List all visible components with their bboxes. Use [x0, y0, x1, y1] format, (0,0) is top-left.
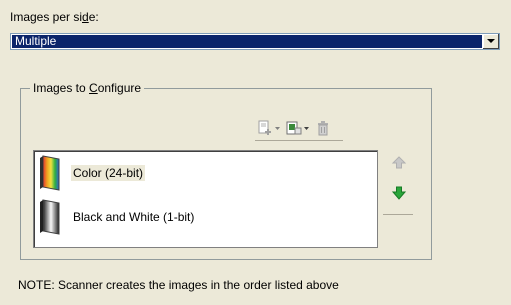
images-per-side-value: Multiple	[12, 35, 482, 48]
order-note: NOTE: Scanner creates the images in the …	[18, 278, 339, 292]
move-up-button[interactable]	[391, 155, 407, 175]
image-toolbar	[257, 118, 331, 138]
list-item-label: Color (24-bit)	[71, 165, 146, 181]
images-listbox[interactable]: Color (24-bit) Black and White (1-bit)	[33, 150, 378, 248]
add-image-icon	[258, 120, 271, 135]
chevron-down-icon	[304, 126, 309, 130]
list-item-label: Black and White (1-bit)	[73, 210, 195, 224]
add-image-button[interactable]	[257, 118, 280, 138]
images-per-side-label: Images per side:	[10, 10, 99, 24]
toolbar-divider	[255, 140, 343, 141]
move-down-button[interactable]	[391, 185, 407, 205]
images-per-side-dropdown[interactable]: Multiple	[10, 33, 500, 50]
delete-image-button[interactable]	[315, 118, 331, 138]
list-item-black-white[interactable]: Black and White (1-bit)	[39, 199, 196, 235]
arrow-up-icon	[391, 156, 407, 169]
images-to-configure-title: Images to Configure	[30, 81, 145, 95]
reorder-controls	[391, 155, 407, 205]
chevron-down-icon	[275, 126, 280, 130]
dropdown-arrow-button[interactable]	[482, 34, 499, 49]
list-item-color[interactable]: Color (24-bit)	[39, 155, 146, 191]
change-image-button[interactable]	[286, 118, 309, 138]
reorder-divider	[383, 214, 413, 215]
trash-icon	[318, 121, 328, 136]
color-image-icon	[40, 155, 60, 191]
change-image-icon	[286, 121, 302, 135]
arrow-down-icon	[391, 186, 407, 200]
bw-image-icon	[40, 199, 60, 235]
chevron-down-icon	[487, 39, 495, 43]
